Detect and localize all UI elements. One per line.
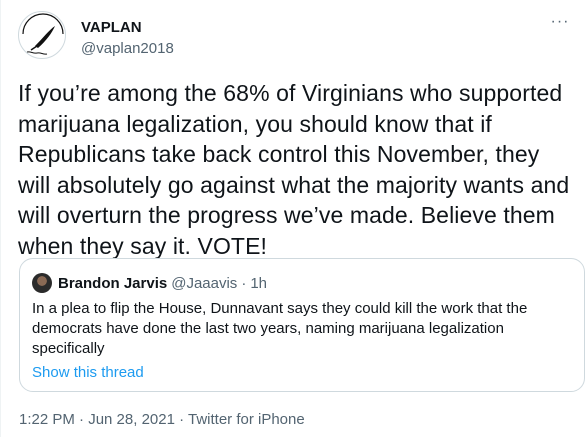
author-handle[interactable]: @vaplan2018 bbox=[81, 39, 174, 59]
quoted-separator: · bbox=[241, 274, 247, 292]
quoted-tweet-text: In a plea to flip the House, Dunnavant s… bbox=[32, 300, 528, 357]
quoted-display-name: Brandon Jarvis bbox=[58, 274, 168, 292]
quoted-tweet[interactable]: Brandon Jarvis @Jaaavis · 1h In a plea t… bbox=[19, 258, 585, 392]
quoted-time: 1h bbox=[250, 274, 267, 292]
tweet-header: VAPLAN @vaplan2018 ··· bbox=[18, 11, 578, 61]
quoted-avatar bbox=[32, 273, 52, 293]
avatar[interactable] bbox=[18, 11, 66, 59]
quoted-handle: @Jaaavis bbox=[171, 274, 238, 292]
pen-nib-logo-icon bbox=[22, 13, 64, 55]
tweet-card[interactable]: VAPLAN @vaplan2018 ··· If you’re among t… bbox=[0, 0, 586, 437]
author-display-name[interactable]: VAPLAN bbox=[81, 19, 174, 37]
more-horizontal-icon[interactable]: ··· bbox=[550, 14, 570, 35]
author-names: VAPLAN @vaplan2018 bbox=[81, 19, 174, 59]
quoted-tweet-header: Brandon Jarvis @Jaaavis · 1h bbox=[32, 273, 267, 293]
tweet-timestamp[interactable]: 1:22 PM · Jun 28, 2021 · Twitter for iPh… bbox=[19, 410, 305, 430]
tweet-text: If you’re among the 68% of Virginians wh… bbox=[18, 80, 570, 259]
show-thread-link[interactable]: Show this thread bbox=[32, 363, 144, 383]
